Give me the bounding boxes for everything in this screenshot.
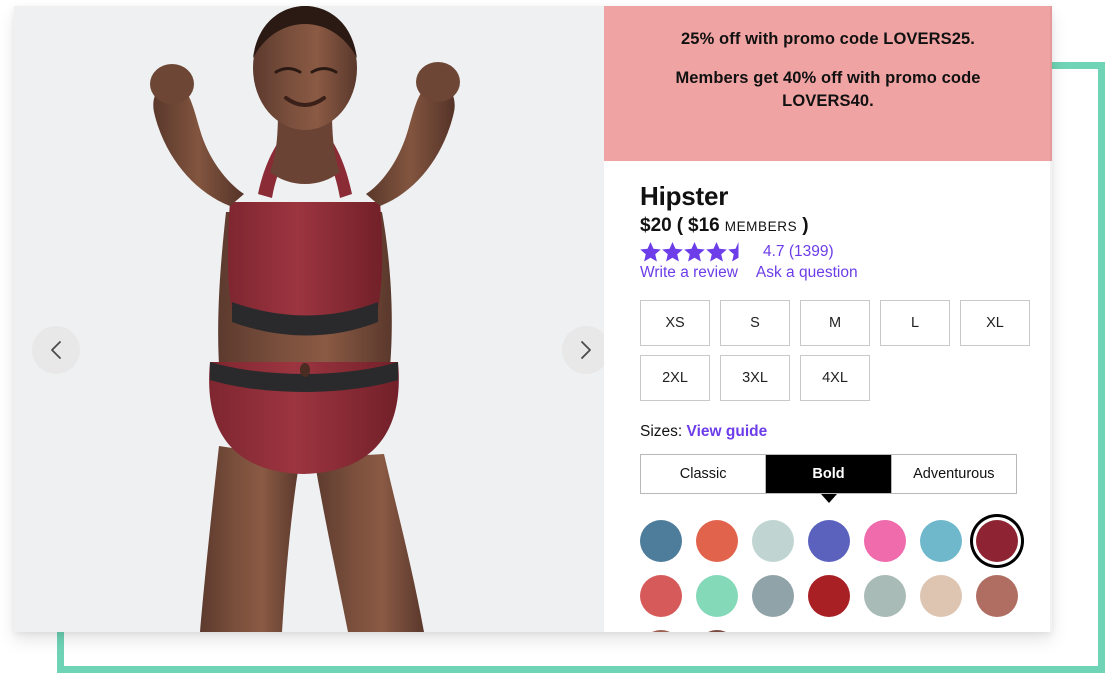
view-size-guide-link[interactable]: View guide — [687, 423, 768, 440]
color-swatch-steel-blue[interactable] — [640, 520, 682, 562]
promo-banner: 25% off with promo code LOVERS25. Member… — [604, 6, 1052, 161]
size-button-2xl[interactable]: 2XL — [640, 355, 710, 401]
sizes-label: Sizes: — [640, 423, 683, 440]
product-gallery — [14, 6, 604, 632]
size-button-4xl[interactable]: 4XL — [800, 355, 870, 401]
star-rating[interactable] — [640, 242, 749, 262]
color-swatch-grid — [640, 520, 1030, 632]
color-swatch-coral[interactable] — [696, 520, 738, 562]
panel-edge — [1050, 6, 1052, 632]
star-icon — [640, 242, 661, 262]
active-tab-pointer — [820, 494, 837, 503]
price-row: $20($16 MEMBERS) — [640, 215, 1016, 237]
size-selector: XS S M L XL 2XL 3XL 4XL — [640, 300, 1030, 401]
ask-question-link[interactable]: Ask a question — [756, 264, 858, 282]
color-swatch-rose-red[interactable] — [640, 575, 682, 617]
product-card: 25% off with promo code LOVERS25. Member… — [14, 6, 1052, 632]
color-swatch-brick-red[interactable] — [808, 575, 850, 617]
star-icon — [684, 242, 705, 262]
color-swatch-nude-beige[interactable] — [920, 575, 962, 617]
screenshot-root: 25% off with promo code LOVERS25. Member… — [0, 0, 1111, 689]
color-swatch-dark-berry[interactable] — [976, 520, 1018, 562]
chevron-left-icon — [51, 341, 61, 359]
style-tabs: Classic Bold Adventurous — [640, 454, 1017, 494]
color-swatch-dark-cocoa[interactable] — [696, 630, 738, 632]
product-details-panel: 25% off with promo code LOVERS25. Member… — [604, 6, 1052, 632]
size-button-xs[interactable]: XS — [640, 300, 710, 346]
tab-adventurous[interactable]: Adventurous — [891, 455, 1016, 493]
product-photo — [14, 6, 604, 632]
size-button-l[interactable]: L — [880, 300, 950, 346]
color-swatch-gray-green[interactable] — [864, 575, 906, 617]
star-icon — [706, 242, 727, 262]
details-body: Hipster $20($16 MEMBERS) 4.7 (1399) Writ… — [604, 161, 1052, 632]
members-label: MEMBERS — [724, 219, 798, 234]
color-swatch-periwinkle[interactable] — [808, 520, 850, 562]
review-links: Write a review Ask a question — [640, 264, 1016, 282]
star-icon — [662, 242, 683, 262]
rating-text: 4.7 (1399) — [763, 243, 834, 260]
chevron-right-icon — [581, 341, 591, 359]
color-swatch-blue-gray[interactable] — [752, 575, 794, 617]
star-half-icon — [728, 242, 739, 262]
size-button-m[interactable]: M — [800, 300, 870, 346]
promo-line-2: Members get 40% off with promo code LOVE… — [675, 69, 981, 110]
color-swatch-rosy-brown[interactable] — [976, 575, 1018, 617]
price-member: $16 — [688, 215, 720, 236]
price-regular: $20 — [640, 215, 672, 236]
size-guide-line: Sizes: View guide — [640, 423, 1016, 441]
color-swatch-clay-brown[interactable] — [640, 630, 682, 632]
size-button-3xl[interactable]: 3XL — [720, 355, 790, 401]
gallery-next-button[interactable] — [562, 326, 604, 374]
size-button-s[interactable]: S — [720, 300, 790, 346]
tab-classic[interactable]: Classic — [641, 455, 767, 493]
paren-close: ) — [802, 215, 809, 236]
size-button-xl[interactable]: XL — [960, 300, 1030, 346]
color-swatch-hot-pink[interactable] — [864, 520, 906, 562]
promo-line-1: 25% off with promo code LOVERS25. — [681, 30, 975, 48]
gallery-prev-button[interactable] — [32, 326, 80, 374]
color-swatch-mint[interactable] — [696, 575, 738, 617]
color-swatch-light-teal[interactable] — [920, 520, 962, 562]
tab-bold[interactable]: Bold — [766, 455, 892, 493]
model-photo-illustration — [14, 6, 604, 632]
rating-row: 4.7 (1399) — [640, 241, 1016, 263]
paren-open: ( — [676, 215, 684, 236]
product-title: Hipster — [640, 181, 729, 211]
style-tabs-wrapper: Classic Bold Adventurous — [640, 454, 1017, 503]
color-swatch-pale-sage[interactable] — [752, 520, 794, 562]
write-review-link[interactable]: Write a review — [640, 264, 738, 282]
